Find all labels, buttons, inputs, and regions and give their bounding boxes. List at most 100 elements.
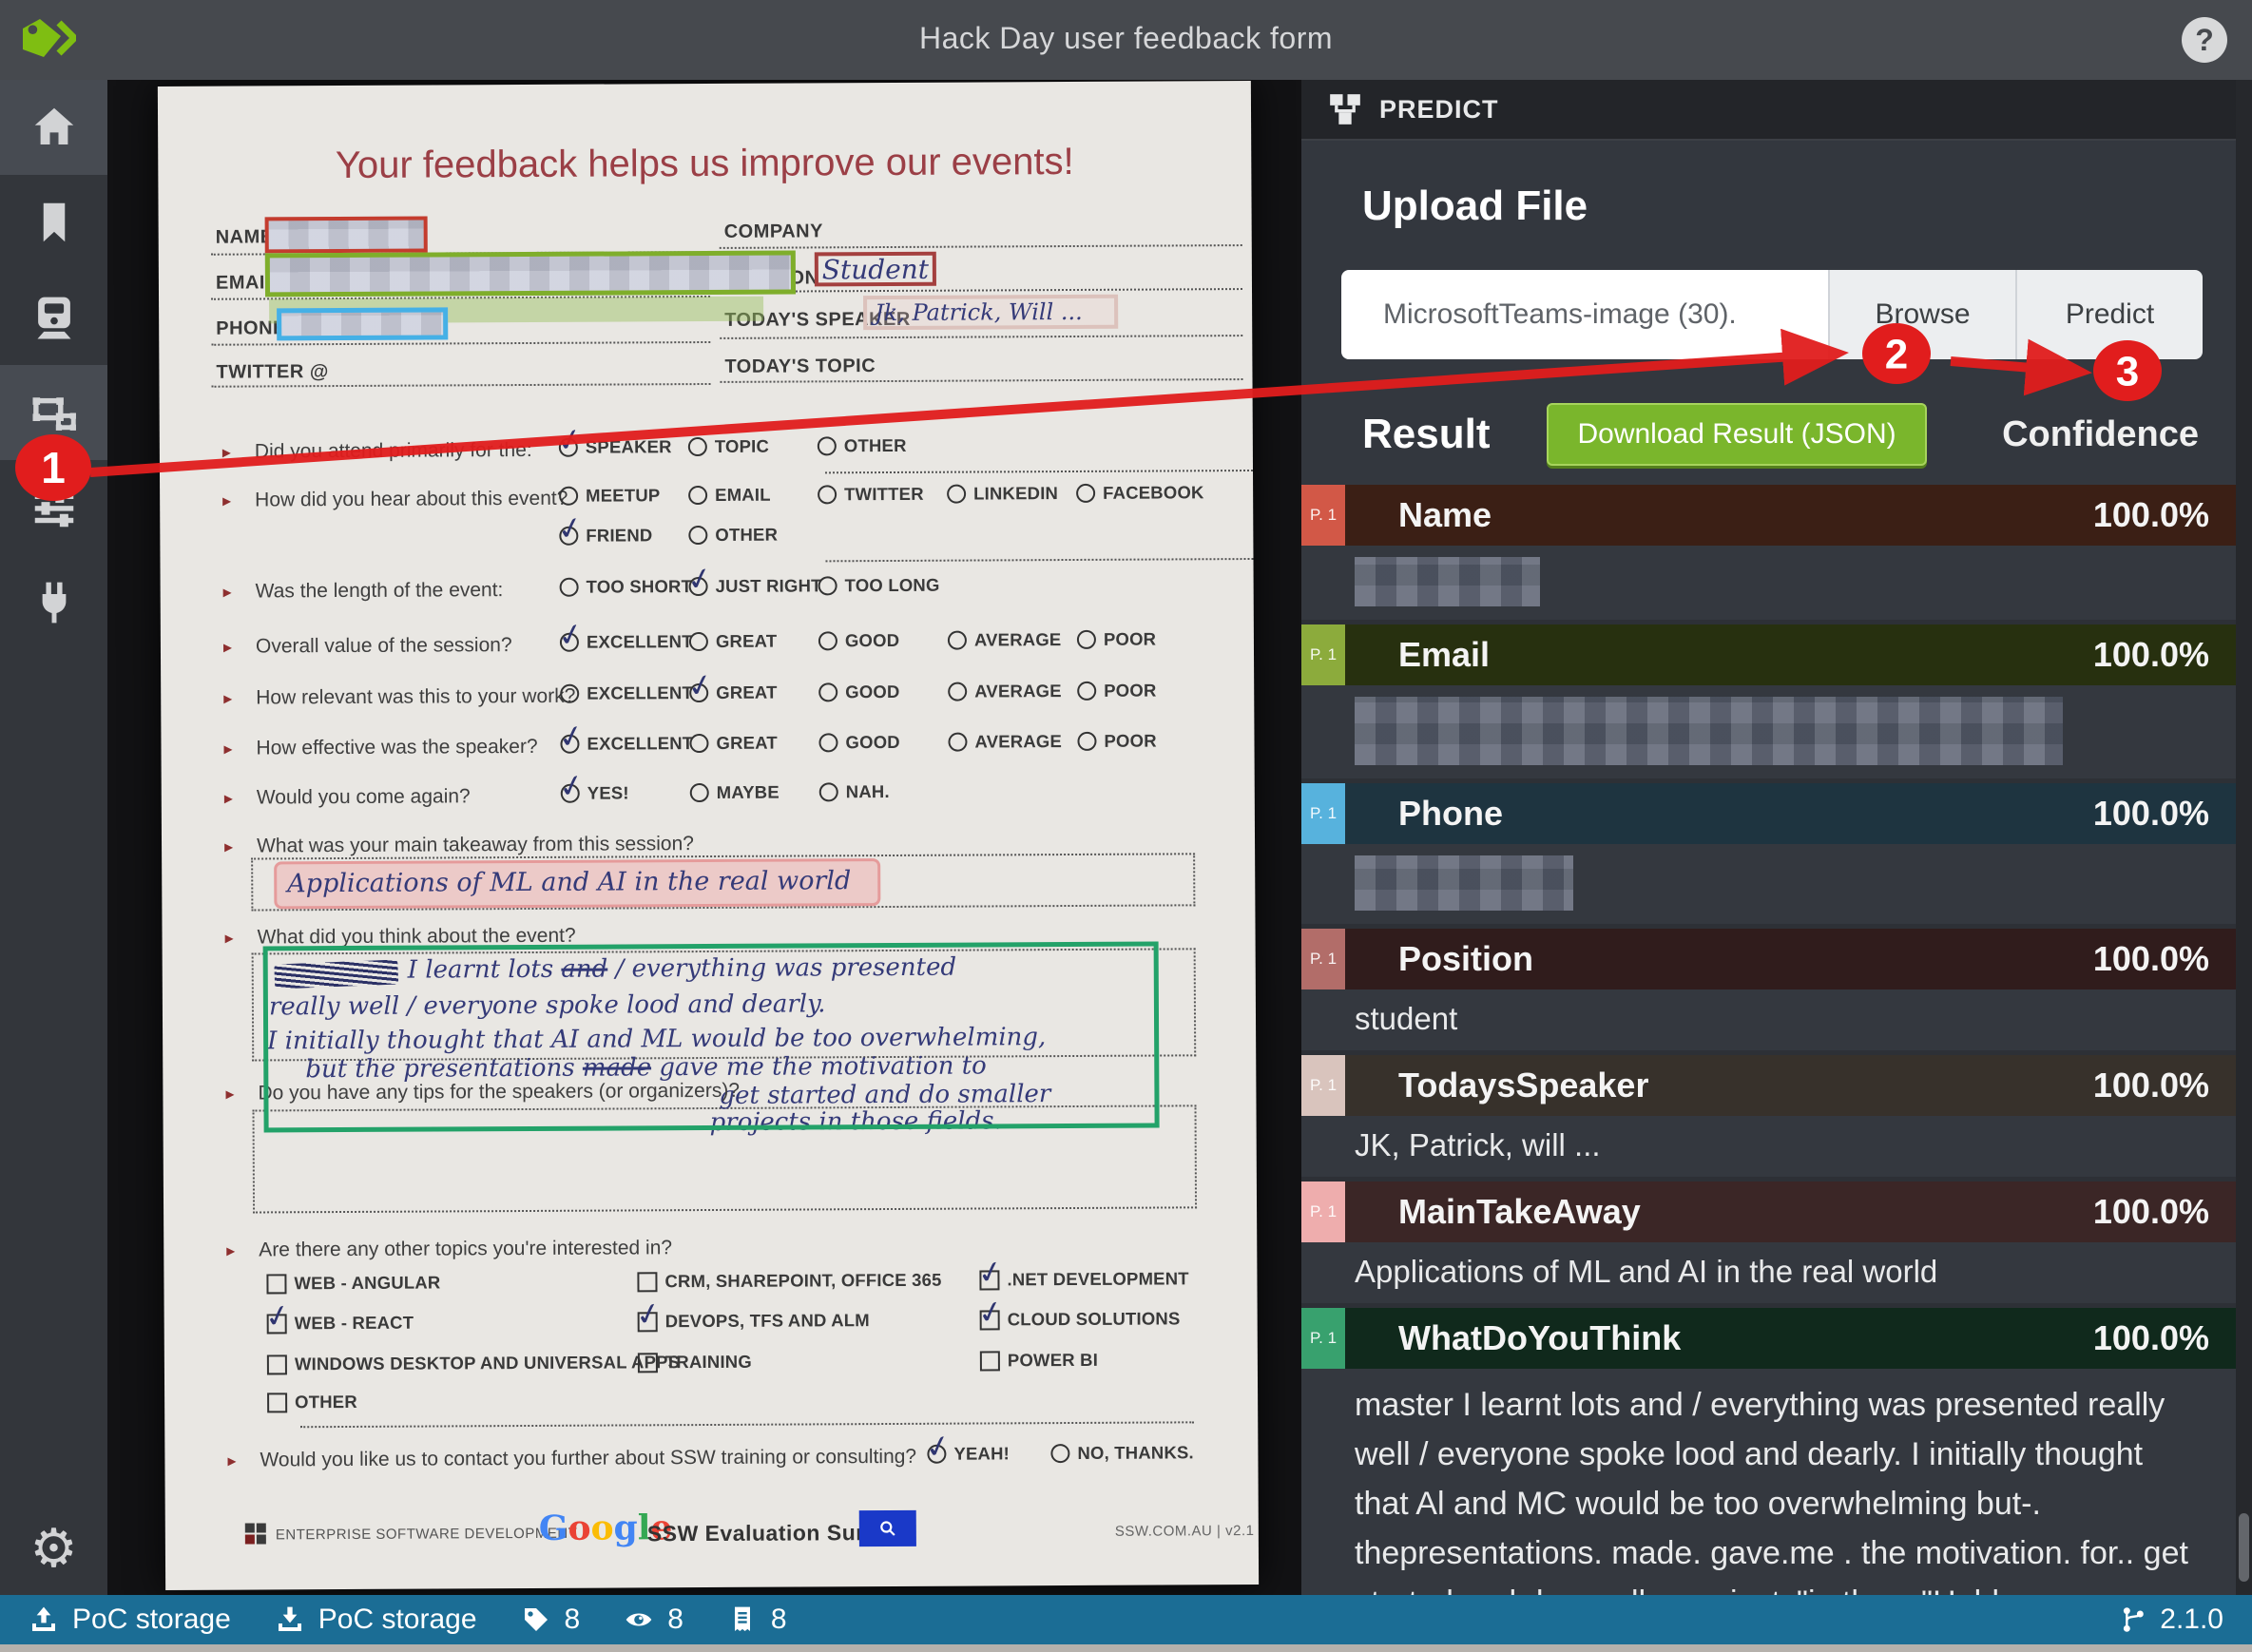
form-footer: ENTERPRISE SOFTWARE DEVELOPMENT Google S… <box>158 81 1254 1548</box>
speaker-line <box>720 335 1243 339</box>
bookmark-icon <box>43 202 65 242</box>
git-branch-icon <box>2124 1607 2145 1632</box>
field-label-topic: TODAY'S TOPIC <box>724 355 876 377</box>
app-window: Hack Day user feedback form ? ⚙ Your fee… <box>0 0 2252 1652</box>
visited-count: 8 <box>624 1604 683 1636</box>
topics-row-3: WINDOWS DESKTOP AND UNIVERSAL APPS TRAIN… <box>221 1350 1258 1389</box>
title-bar: Hack Day user feedback form ? <box>0 0 2252 80</box>
result-value-speaker: JK, Patrick, will ... <box>1301 1116 2236 1177</box>
question-length: ▸ Was the length of the event: TOO SHORT… <box>222 558 940 603</box>
gear-icon: ⚙ <box>29 1518 78 1580</box>
page-title: Hack Day user feedback form <box>919 21 1333 55</box>
scanned-form-canvas[interactable]: Your feedback helps us improve our event… <box>107 80 1301 1595</box>
sidebar-item-active-learning[interactable] <box>0 460 107 555</box>
assets-count: 8 <box>727 1604 787 1636</box>
help-icon[interactable]: ? <box>2182 17 2227 63</box>
page-badge: P. 1 <box>1301 485 1345 546</box>
company-line <box>719 244 1242 249</box>
phone-detection-box <box>277 307 449 341</box>
result-value-phone <box>1301 844 2236 924</box>
browse-button[interactable]: Browse <box>1828 270 2015 359</box>
question-contact: ▸ Would you like us to contact you furth… <box>227 1426 1194 1471</box>
question-relevant: ▸ How relevant was this to your work? EX… <box>223 664 1157 709</box>
email-detection-box <box>264 250 797 298</box>
result-value-position: student <box>1301 989 2236 1050</box>
question-effective: ▸ How effective was the speaker? ✓ EXCELL… <box>223 716 1157 759</box>
name-detection-box <box>264 216 428 254</box>
sidebar: ⚙ <box>0 80 107 1595</box>
sidebar-item-settings[interactable]: ⚙ <box>0 1502 107 1597</box>
phone-line <box>211 340 711 346</box>
result-rows: P. 1 Name 100.0% P. 1 Email 100.0% P. 1 … <box>1301 485 2236 1595</box>
takeaway-handwriting: Applications of ML and AI in the real wo… <box>287 866 852 899</box>
sidebar-item-export[interactable] <box>0 270 107 365</box>
target-connection[interactable]: PoC storage <box>275 1604 477 1636</box>
result-row-takeaway[interactable]: P. 1 MainTakeAway 100.0% <box>1301 1181 2236 1242</box>
result-value-email <box>1301 685 2236 778</box>
result-heading: Result <box>1362 411 1491 457</box>
radio <box>817 436 837 456</box>
sliders-icon <box>34 490 73 528</box>
result-header: Result Download Result (JSON) Confidence <box>1362 403 2252 466</box>
tag-icon <box>524 1608 548 1631</box>
site-label: SSW.COM.AU | v2.1 <box>1114 1523 1255 1540</box>
speaker-detection-box: Jk, Patrick, Will ... <box>863 294 1119 331</box>
position-detection-box: Student <box>814 251 936 287</box>
redacted-value <box>1355 557 1540 606</box>
home-icon <box>34 107 73 144</box>
topics-row-4: OTHER <box>221 1389 1258 1429</box>
sidebar-item-tag-editor[interactable] <box>0 365 107 460</box>
result-row-speaker[interactable]: P. 1 TodaysSpeaker 100.0% <box>1301 1055 2236 1116</box>
train-icon <box>36 297 71 339</box>
question-overall-value: ▸ Overall value of the session? ✓ EXCELLE… <box>222 614 1157 658</box>
sidebar-item-tags[interactable] <box>0 175 107 270</box>
download-icon <box>278 1606 301 1631</box>
result-value-name <box>1301 546 2236 620</box>
field-label-company: COMPANY <box>723 221 823 242</box>
sidebar-item-home[interactable] <box>0 80 107 175</box>
result-row-think[interactable]: P. 1 WhatDoYouThink 100.0% <box>1301 1308 2236 1369</box>
panel-scrollbar[interactable] <box>2236 80 2252 1595</box>
file-control: MicrosoftTeams-image (30). Browse Predic… <box>1341 270 2203 359</box>
tags-count: 8 <box>521 1604 580 1636</box>
twitter-line <box>211 382 711 388</box>
upload-icon <box>32 1606 55 1631</box>
result-row-name[interactable]: P. 1 Name 100.0% <box>1301 485 2236 546</box>
app-version: 2.1.0 <box>2118 1604 2223 1636</box>
result-value-takeaway: Applications of ML and AI in the real wo… <box>1301 1242 2236 1303</box>
status-bar: PoC storage PoC storage 8 8 8 2.1.0 <box>0 1595 2252 1644</box>
upload-heading: Upload File <box>1362 182 1588 229</box>
result-row-phone[interactable]: P. 1 Phone 100.0% <box>1301 783 2236 844</box>
field-label-twitter: TWITTER @ <box>216 361 329 383</box>
search-icon <box>880 1521 895 1536</box>
sidebar-item-connections[interactable] <box>0 555 107 650</box>
topics-row-2: ✓ WEB - REACT ✓ DEVOPS, TFS AND ALM ✓ CLOUD… <box>260 1292 1181 1336</box>
question-label: Did you attend primarily for the: <box>254 438 532 463</box>
window-edge <box>0 1644 2252 1652</box>
topic-line <box>720 378 1243 383</box>
feedback-form-paper: Your feedback helps us improve our event… <box>157 81 1260 1590</box>
predict-icon <box>1330 94 1360 125</box>
file-name-input[interactable]: MicrosoftTeams-image (30). <box>1341 270 1828 359</box>
form-title: Your feedback helps us improve our event… <box>335 140 1074 187</box>
search-button <box>858 1509 916 1547</box>
tag-editor-icon <box>32 397 76 431</box>
redacted-value <box>1355 855 1573 911</box>
predict-button[interactable]: Predict <box>2015 270 2203 359</box>
enterprise-label: ENTERPRISE SOFTWARE DEVELOPMENT <box>275 1525 578 1544</box>
question-come-again: ▸ Would you come again? ✓ YES! MAYBE NAH. <box>223 765 890 809</box>
result-row-email[interactable]: P. 1 Email 100.0% <box>1301 624 2236 685</box>
eye-icon <box>626 1613 652 1626</box>
source-connection[interactable]: PoC storage <box>29 1604 231 1636</box>
plug-icon <box>42 582 66 624</box>
scrollbar-thumb[interactable] <box>2239 1513 2249 1582</box>
result-row-position[interactable]: P. 1 Position 100.0% <box>1301 929 2236 989</box>
download-result-button[interactable]: Download Result (JSON) <box>1547 403 1927 466</box>
confidence-heading: Confidence <box>2002 413 2199 454</box>
result-value-think: master I learnt lots and / everything wa… <box>1301 1369 2236 1595</box>
question-topics: ▸ Are there any other topics you're inte… <box>226 1237 673 1261</box>
topics-row-1: WEB - ANGULAR CRM, SHAREPOINT, OFFICE 36… <box>221 1252 1257 1308</box>
predict-title: PREDICT <box>1379 94 1499 124</box>
receipt-icon <box>734 1606 750 1631</box>
checkbox <box>266 1273 287 1294</box>
